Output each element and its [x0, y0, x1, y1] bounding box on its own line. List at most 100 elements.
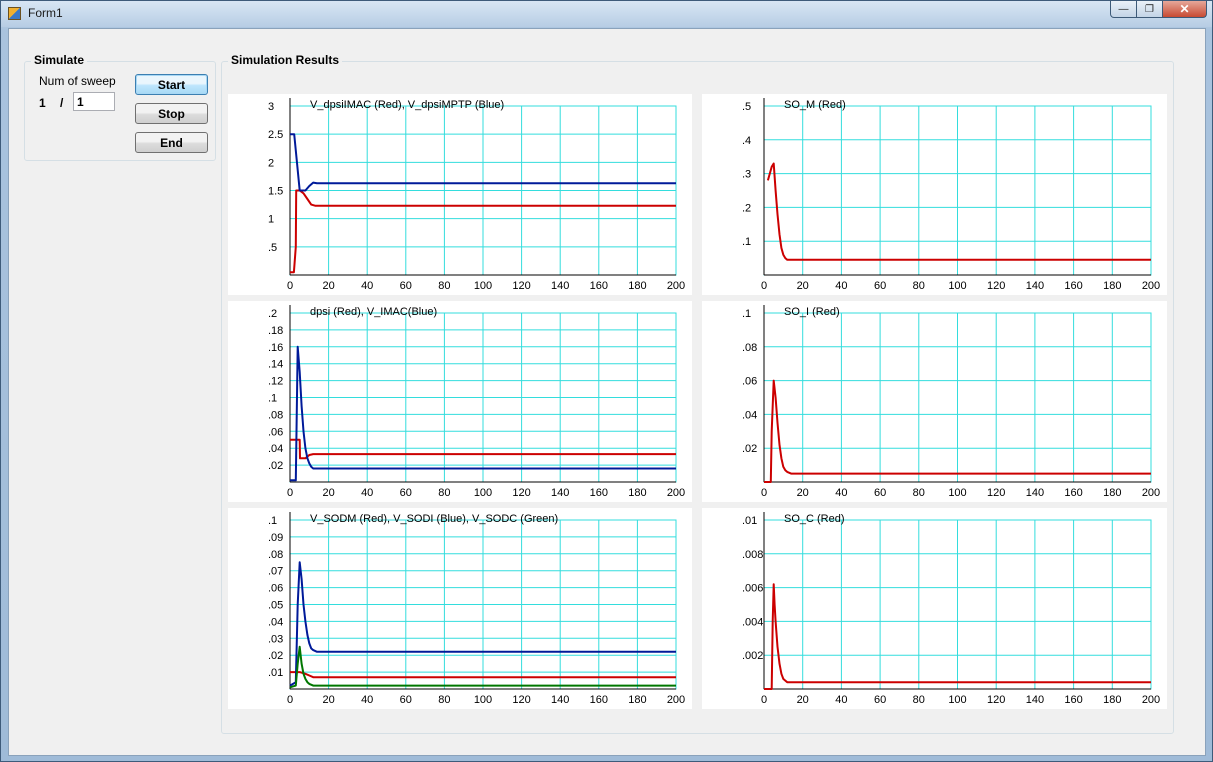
x-tick-label: 80: [438, 280, 450, 292]
x-tick-label: 20: [797, 280, 809, 292]
x-tick-label: 160: [1064, 487, 1082, 499]
x-tick-label: 200: [1142, 487, 1160, 499]
simulation-results-label: Simulation Results: [228, 53, 343, 67]
plot-dpsi-voltages: 0 20 40 60 80 100 120 140 160 180 200 .5 1 1.5 2 2.5 3 V_…: [228, 94, 692, 295]
x-tick-label: 200: [1142, 280, 1160, 292]
y-tick-label: .3: [742, 169, 751, 181]
y-tick-label: .07: [268, 566, 283, 578]
x-tick-label: 40: [361, 487, 373, 499]
x-tick-label: 140: [551, 280, 569, 292]
start-button[interactable]: Start: [135, 74, 208, 95]
x-tick-label: 180: [1103, 694, 1121, 706]
y-tick-label: .04: [268, 616, 283, 628]
y-tick-label: .08: [268, 409, 283, 421]
y-tick-label: .01: [742, 515, 757, 527]
x-tick-label: 0: [287, 280, 293, 292]
x-tick-label: 80: [913, 280, 925, 292]
y-tick-label: 2: [268, 157, 274, 169]
y-tick-label: .18: [268, 325, 283, 337]
y-tick-label: .02: [742, 443, 757, 455]
x-tick-label: 180: [628, 280, 646, 292]
x-tick-label: 160: [590, 487, 608, 499]
x-tick-label: 60: [400, 487, 412, 499]
chart-title: V_dpsiIMAC (Red), V_dpsiMPTP (Blue): [310, 99, 504, 111]
y-tick-label: .04: [742, 409, 757, 421]
current-sweep-value: 1: [39, 96, 46, 110]
y-tick-label: .006: [742, 583, 763, 595]
x-tick-label: 80: [913, 694, 925, 706]
window-controls: — ❐ ✕: [1110, 1, 1207, 19]
x-tick-label: 200: [667, 487, 685, 499]
x-tick-label: 140: [551, 694, 569, 706]
y-tick-label: .5: [742, 101, 751, 113]
y-tick-label: .1: [268, 515, 277, 527]
plot-dpsi-imac: 0 20 40 60 80 100 120 140 160 180 200 .02 .04 .06 .08.…: [228, 301, 692, 502]
close-button[interactable]: ✕: [1163, 1, 1207, 18]
y-tick-label: .12: [268, 376, 283, 388]
y-tick-label: .02: [268, 650, 283, 662]
x-tick-label: 180: [628, 487, 646, 499]
y-tick-label: .02: [268, 460, 283, 472]
stop-button[interactable]: Stop: [135, 103, 208, 124]
y-tick-label: .5: [268, 242, 277, 254]
chart-title: V_SODM (Red), V_SODI (Blue), V_SODC (Gre…: [310, 513, 558, 525]
y-tick-label: 1.5: [268, 186, 283, 198]
plot-sod-voltages: 0 20 40 60 80 100 120 140 160 180 200 .01 .02 .03 .04.…: [228, 508, 692, 709]
chart-title: SO_C (Red): [784, 513, 845, 525]
x-tick-label: 100: [474, 694, 492, 706]
x-tick-label: 160: [590, 280, 608, 292]
x-tick-label: 200: [667, 280, 685, 292]
x-tick-label: 40: [835, 280, 847, 292]
y-tick-label: .1: [742, 308, 751, 320]
y-tick-label: .06: [742, 376, 757, 388]
x-tick-label: 200: [667, 694, 685, 706]
y-tick-label: .1: [268, 393, 277, 405]
x-tick-label: 20: [322, 694, 334, 706]
end-button[interactable]: End: [135, 132, 208, 153]
minimize-button[interactable]: —: [1110, 1, 1137, 18]
title-bar[interactable]: Form1 — ❐ ✕: [1, 1, 1212, 27]
x-tick-label: 20: [797, 487, 809, 499]
x-tick-label: 120: [512, 694, 530, 706]
y-tick-label: .03: [268, 633, 283, 645]
x-tick-label: 140: [1026, 694, 1044, 706]
x-tick-label: 0: [761, 280, 767, 292]
y-tick-label: .2: [742, 202, 751, 214]
y-tick-label: .2: [268, 308, 277, 320]
y-tick-label: .01: [268, 667, 283, 679]
app-icon[interactable]: [8, 7, 21, 20]
x-tick-label: 200: [1142, 694, 1160, 706]
x-tick-label: 100: [948, 694, 966, 706]
x-tick-label: 80: [913, 487, 925, 499]
x-tick-label: 40: [361, 280, 373, 292]
x-tick-label: 0: [761, 694, 767, 706]
sweep-count-label: Num of sweep: [39, 74, 116, 88]
x-tick-label: 180: [1103, 487, 1121, 499]
app-window: Form1 — ❐ ✕ Simulate Num of sweep 1 / St…: [0, 0, 1213, 762]
window-title: Form1: [28, 6, 63, 20]
maximize-button[interactable]: ❐: [1137, 1, 1163, 18]
y-tick-label: .09: [268, 532, 283, 544]
y-tick-label: .1: [742, 236, 751, 248]
x-tick-label: 100: [474, 280, 492, 292]
x-tick-label: 20: [322, 280, 334, 292]
x-tick-label: 0: [761, 487, 767, 499]
y-tick-label: .04: [268, 443, 283, 455]
chart-title: SO_I (Red): [784, 306, 840, 318]
x-tick-label: 120: [987, 694, 1005, 706]
y-tick-label: .4: [742, 135, 751, 147]
y-tick-label: .002: [742, 650, 763, 662]
chart-title: SO_M (Red): [784, 99, 846, 111]
y-tick-label: .16: [268, 342, 283, 354]
sweep-count-input[interactable]: [73, 92, 115, 111]
x-tick-label: 40: [835, 694, 847, 706]
x-tick-label: 80: [438, 487, 450, 499]
y-tick-label: 3: [268, 101, 274, 113]
x-tick-label: 180: [1103, 280, 1121, 292]
x-tick-label: 20: [797, 694, 809, 706]
x-tick-label: 120: [987, 280, 1005, 292]
x-tick-label: 100: [948, 280, 966, 292]
x-tick-label: 20: [322, 487, 334, 499]
y-tick-label: .08: [742, 342, 757, 354]
y-tick-label: .06: [268, 426, 283, 438]
